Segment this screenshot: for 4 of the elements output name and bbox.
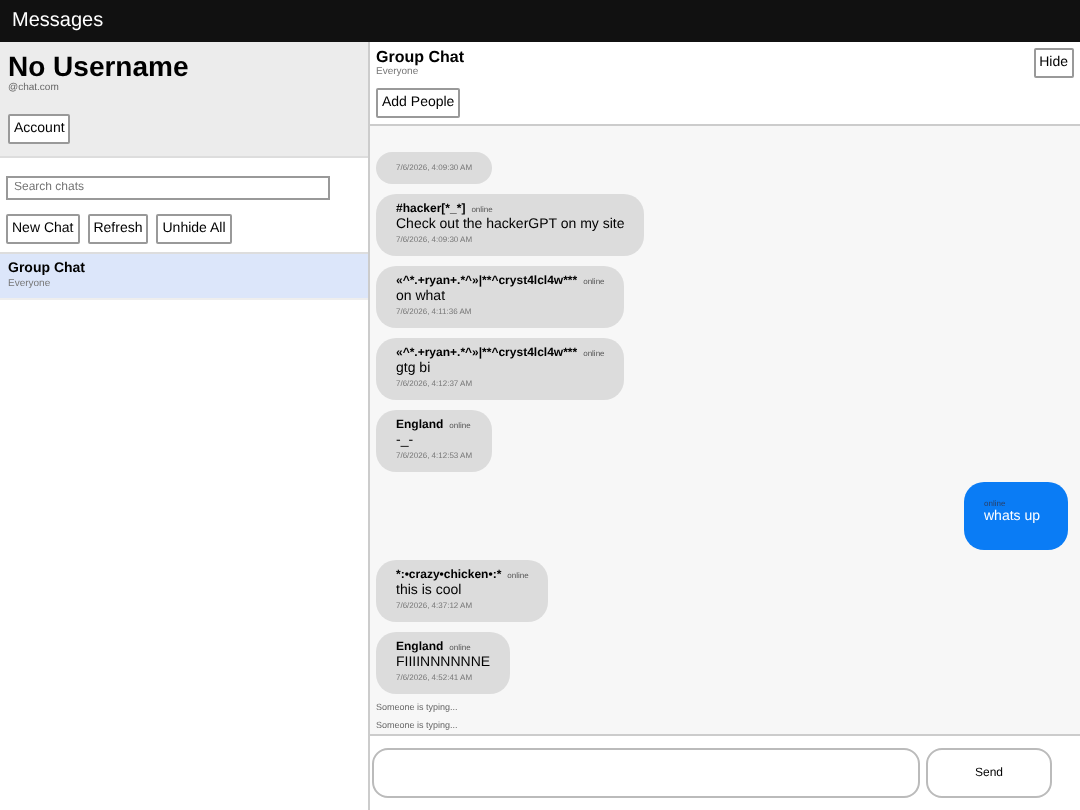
app-title: Messages (12, 10, 104, 32)
message-input[interactable] (372, 748, 920, 798)
username: No Username (8, 50, 191, 82)
chat-title: Group Chat (376, 48, 464, 66)
